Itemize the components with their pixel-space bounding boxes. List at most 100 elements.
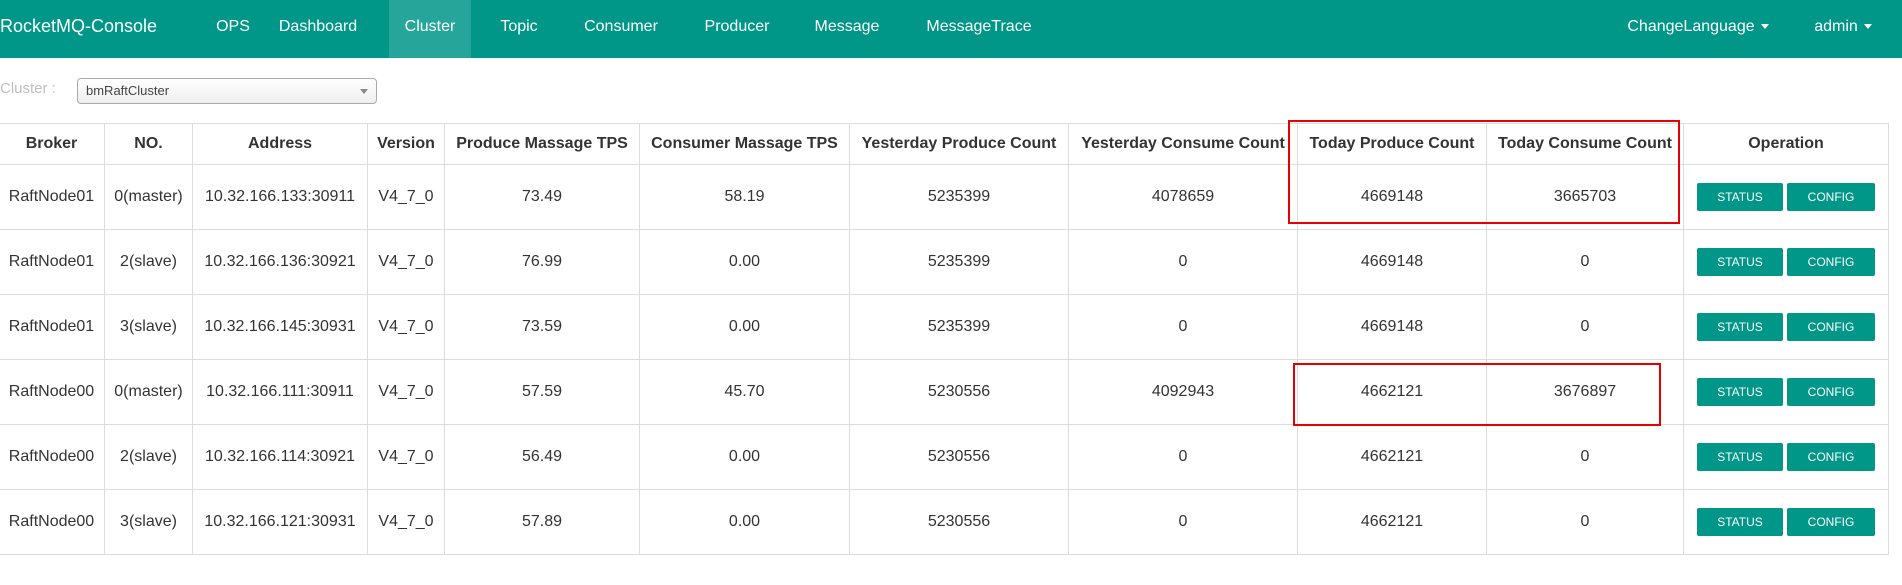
consume-tps: 0.00 bbox=[639, 489, 850, 555]
today-produce-count: 4662121 bbox=[1297, 424, 1487, 490]
nav-producer[interactable]: Producer bbox=[700, 0, 774, 58]
broker-name: RaftNode00 bbox=[0, 424, 105, 490]
broker-version: V4_7_0 bbox=[367, 489, 445, 555]
nav-ops[interactable]: OPS bbox=[200, 0, 266, 58]
broker-address: 10.32.166.121:30931 bbox=[192, 489, 368, 555]
status-button[interactable]: STATUS bbox=[1697, 378, 1783, 406]
today-consume-count: 0 bbox=[1486, 424, 1684, 490]
cluster-select[interactable]: bmRaftCluster bbox=[77, 78, 377, 104]
operation-cell: STATUS CONFIG bbox=[1683, 424, 1889, 490]
today-produce-count: 4669148 bbox=[1297, 229, 1487, 295]
yesterday-consume-count: 0 bbox=[1068, 229, 1298, 295]
broker-version: V4_7_0 bbox=[367, 229, 445, 295]
yesterday-consume-count: 4078659 bbox=[1068, 164, 1298, 230]
yesterday-consume-count: 0 bbox=[1068, 424, 1298, 490]
nav-cluster[interactable]: Cluster bbox=[389, 0, 471, 58]
broker-address: 10.32.166.145:30931 bbox=[192, 294, 368, 360]
column-header: Version bbox=[367, 123, 445, 165]
column-header: Consumer Massage TPS bbox=[639, 123, 850, 165]
cluster-filter-label: Cluster : bbox=[0, 80, 56, 97]
nav-dashboard[interactable]: Dashboard bbox=[276, 0, 360, 58]
consume-tps: 45.70 bbox=[639, 359, 850, 425]
change-language-label: ChangeLanguage bbox=[1627, 18, 1755, 35]
yesterday-produce-count: 5235399 bbox=[849, 229, 1069, 295]
today-consume-count: 0 bbox=[1486, 229, 1684, 295]
today-produce-count: 4662121 bbox=[1297, 359, 1487, 425]
column-header: NO. bbox=[104, 123, 193, 165]
consume-tps: 58.19 bbox=[639, 164, 850, 230]
caret-down-icon bbox=[1760, 24, 1769, 30]
table-row: RaftNode01 0(master) 10.32.166.133:30911… bbox=[0, 164, 1889, 230]
status-button[interactable]: STATUS bbox=[1697, 443, 1783, 471]
broker-version: V4_7_0 bbox=[367, 164, 445, 230]
broker-no: 3(slave) bbox=[104, 489, 193, 555]
status-button[interactable]: STATUS bbox=[1697, 313, 1783, 341]
user-name: admin bbox=[1814, 18, 1858, 35]
broker-no: 3(slave) bbox=[104, 294, 193, 360]
yesterday-produce-count: 5235399 bbox=[849, 164, 1069, 230]
nav-consumer[interactable]: Consumer bbox=[580, 0, 662, 58]
brand-logo[interactable]: RocketMQ-Console bbox=[0, 0, 157, 52]
config-button[interactable]: CONFIG bbox=[1787, 183, 1875, 211]
produce-tps: 73.59 bbox=[444, 294, 640, 360]
broker-address: 10.32.166.114:30921 bbox=[192, 424, 368, 490]
table-row: RaftNode01 3(slave) 10.32.166.145:30931 … bbox=[0, 294, 1889, 360]
broker-version: V4_7_0 bbox=[367, 294, 445, 360]
consume-tps: 0.00 bbox=[639, 424, 850, 490]
config-button[interactable]: CONFIG bbox=[1787, 378, 1875, 406]
table-row: RaftNode00 0(master) 10.32.166.111:30911… bbox=[0, 359, 1889, 425]
today-consume-count: 0 bbox=[1486, 489, 1684, 555]
status-button[interactable]: STATUS bbox=[1697, 508, 1783, 536]
change-language-menu[interactable]: ChangeLanguage bbox=[1624, 0, 1772, 58]
consume-tps: 0.00 bbox=[639, 294, 850, 360]
broker-name: RaftNode01 bbox=[0, 294, 105, 360]
config-button[interactable]: CONFIG bbox=[1787, 508, 1875, 536]
broker-no: 0(master) bbox=[104, 359, 193, 425]
broker-table: Broker NO. Address Version Produce Massa… bbox=[0, 123, 1889, 555]
column-header: Address bbox=[192, 123, 368, 165]
today-produce-count: 4669148 bbox=[1297, 164, 1487, 230]
today-consume-count: 3676897 bbox=[1486, 359, 1684, 425]
operation-cell: STATUS CONFIG bbox=[1683, 164, 1889, 230]
config-button[interactable]: CONFIG bbox=[1787, 248, 1875, 276]
broker-name: RaftNode01 bbox=[0, 164, 105, 230]
produce-tps: 76.99 bbox=[444, 229, 640, 295]
yesterday-produce-count: 5230556 bbox=[849, 359, 1069, 425]
operation-cell: STATUS CONFIG bbox=[1683, 489, 1889, 555]
broker-version: V4_7_0 bbox=[367, 424, 445, 490]
today-consume-count: 0 bbox=[1486, 294, 1684, 360]
nav-message[interactable]: Message bbox=[810, 0, 884, 58]
broker-address: 10.32.166.111:30911 bbox=[192, 359, 368, 425]
produce-tps: 57.89 bbox=[444, 489, 640, 555]
column-header: Operation bbox=[1683, 123, 1889, 165]
column-header: Yesterday Produce Count bbox=[849, 123, 1069, 165]
yesterday-produce-count: 5235399 bbox=[849, 294, 1069, 360]
consume-tps: 0.00 bbox=[639, 229, 850, 295]
yesterday-produce-count: 5230556 bbox=[849, 424, 1069, 490]
operation-cell: STATUS CONFIG bbox=[1683, 229, 1889, 295]
produce-tps: 56.49 bbox=[444, 424, 640, 490]
produce-tps: 57.59 bbox=[444, 359, 640, 425]
broker-no: 2(slave) bbox=[104, 229, 193, 295]
broker-name: RaftNode01 bbox=[0, 229, 105, 295]
config-button[interactable]: CONFIG bbox=[1787, 313, 1875, 341]
broker-no: 2(slave) bbox=[104, 424, 193, 490]
caret-down-icon bbox=[1863, 24, 1872, 30]
column-header: Today Consume Count bbox=[1486, 123, 1684, 165]
operation-cell: STATUS CONFIG bbox=[1683, 359, 1889, 425]
column-header: Broker bbox=[0, 123, 105, 165]
nav-topic[interactable]: Topic bbox=[492, 0, 546, 58]
status-button[interactable]: STATUS bbox=[1697, 248, 1783, 276]
config-button[interactable]: CONFIG bbox=[1787, 443, 1875, 471]
yesterday-consume-count: 0 bbox=[1068, 489, 1298, 555]
nav-messagetrace[interactable]: MessageTrace bbox=[922, 0, 1036, 58]
broker-no: 0(master) bbox=[104, 164, 193, 230]
dropdown-arrow-icon bbox=[360, 89, 368, 94]
broker-name: RaftNode00 bbox=[0, 489, 105, 555]
user-menu[interactable]: admin bbox=[1810, 0, 1876, 58]
table-header-row: Broker NO. Address Version Produce Massa… bbox=[0, 123, 1889, 165]
table-row: RaftNode00 3(slave) 10.32.166.121:30931 … bbox=[0, 489, 1889, 555]
yesterday-produce-count: 5230556 bbox=[849, 489, 1069, 555]
operation-cell: STATUS CONFIG bbox=[1683, 294, 1889, 360]
status-button[interactable]: STATUS bbox=[1697, 183, 1783, 211]
